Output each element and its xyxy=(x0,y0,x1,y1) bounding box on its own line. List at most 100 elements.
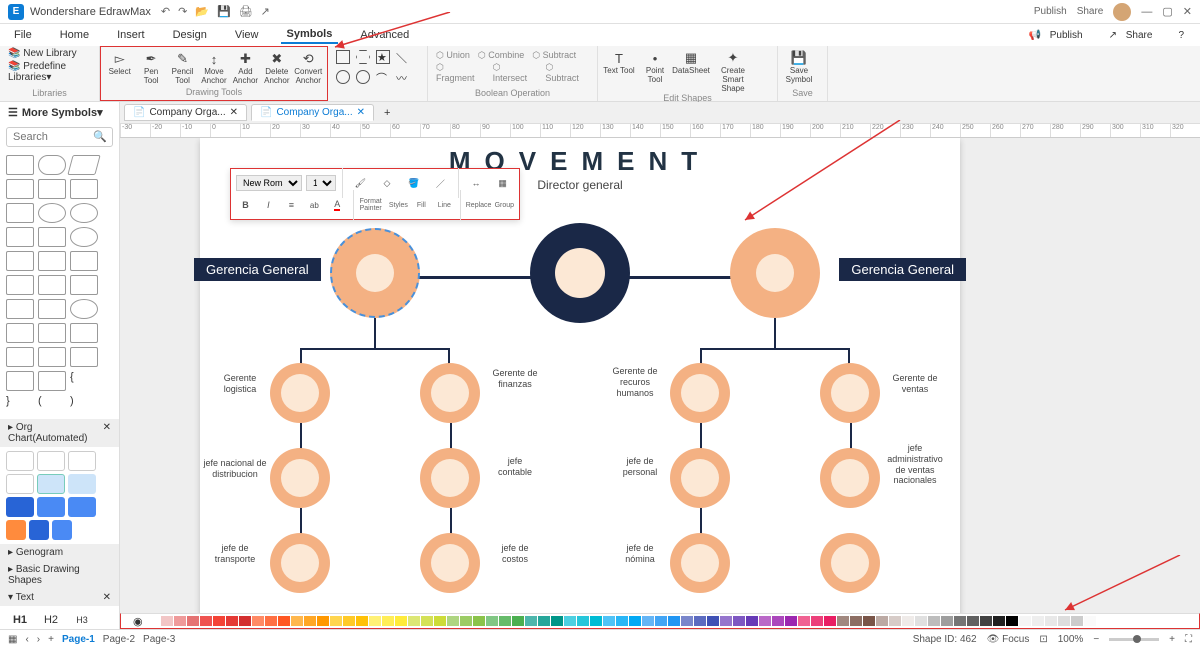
thumb[interactable] xyxy=(29,520,49,540)
shape-item[interactable] xyxy=(70,179,98,199)
node-top-right[interactable] xyxy=(730,228,820,318)
color-swatch[interactable] xyxy=(356,616,368,626)
color-swatch[interactable] xyxy=(1045,616,1057,626)
shape-item[interactable] xyxy=(6,371,34,391)
color-swatch[interactable] xyxy=(330,616,342,626)
pencil-tool[interactable]: ✎Pencil Tool xyxy=(168,49,197,86)
color-swatch[interactable] xyxy=(603,616,615,626)
shape-item[interactable] xyxy=(38,275,66,295)
font-select[interactable]: New Roman xyxy=(236,175,302,191)
color-swatch[interactable] xyxy=(369,616,381,626)
color-swatch[interactable] xyxy=(811,616,823,626)
color-swatch[interactable] xyxy=(824,616,836,626)
thumb[interactable] xyxy=(68,497,96,517)
delete-anchor-tool[interactable]: ✖Delete Anchor xyxy=(262,49,291,86)
shape-item[interactable] xyxy=(70,203,98,223)
color-swatch[interactable] xyxy=(200,616,212,626)
shape-item[interactable] xyxy=(70,275,98,295)
node-director[interactable] xyxy=(530,223,630,323)
color-swatch[interactable] xyxy=(252,616,264,626)
color-swatch[interactable] xyxy=(486,616,498,626)
share-button[interactable]: Share xyxy=(1077,6,1104,17)
thumb[interactable] xyxy=(68,474,96,494)
shape-item[interactable] xyxy=(70,299,98,319)
zoom-slider[interactable] xyxy=(1109,638,1159,641)
color-swatch[interactable] xyxy=(1071,616,1083,626)
node-selected[interactable] xyxy=(330,228,420,318)
shape-arc[interactable]: ⌒ xyxy=(376,70,390,86)
color-swatch[interactable] xyxy=(239,616,251,626)
color-swatch[interactable] xyxy=(395,616,407,626)
shape-item[interactable] xyxy=(38,371,66,391)
color-swatch[interactable] xyxy=(902,616,914,626)
more-symbols-header[interactable]: ☰ More Symbols ▾ xyxy=(0,102,119,123)
select-tool[interactable]: ▻Select xyxy=(105,49,134,77)
shape-item[interactable] xyxy=(38,155,66,175)
align-button[interactable]: ≡ xyxy=(282,195,301,215)
shape-item[interactable] xyxy=(6,203,34,223)
color-swatch[interactable] xyxy=(733,616,745,626)
export-icon[interactable]: ↗ xyxy=(261,5,270,18)
color-swatch[interactable] xyxy=(993,616,1005,626)
subtract-button[interactable]: ⬡ Subtract xyxy=(532,50,576,61)
intersect-button[interactable]: ⬡ Intersect xyxy=(493,62,538,83)
color-swatch[interactable] xyxy=(473,616,485,626)
color-swatch[interactable] xyxy=(304,616,316,626)
shape-item[interactable] xyxy=(6,227,34,247)
pages-icon[interactable]: ▦ xyxy=(8,634,17,645)
doc-tab-2[interactable]: 📄 Company Orga... ✕ xyxy=(251,104,374,121)
cat-orgchart[interactable]: ▸ Org Chart(Automated)✕ xyxy=(0,419,119,447)
color-swatch[interactable] xyxy=(759,616,771,626)
color-swatch[interactable] xyxy=(928,616,940,626)
node-dist[interactable] xyxy=(270,448,330,508)
h3-thumb[interactable]: H3 xyxy=(68,610,96,629)
focus-button[interactable]: 👁 Focus xyxy=(987,634,1030,645)
color-swatch[interactable] xyxy=(1084,616,1096,626)
color-swatch[interactable] xyxy=(265,616,277,626)
color-swatch[interactable] xyxy=(954,616,966,626)
move-anchor-tool[interactable]: ↕Move Anchor xyxy=(199,49,228,86)
datasheet-tool[interactable]: ▦DataSheet xyxy=(674,48,708,76)
shape-line[interactable]: ＼ xyxy=(396,50,410,66)
thumb[interactable] xyxy=(37,451,65,471)
menu-file[interactable]: File xyxy=(8,27,38,43)
color-swatch[interactable] xyxy=(382,616,394,626)
color-swatch[interactable] xyxy=(798,616,810,626)
zoom-fit-button[interactable]: ⊡ xyxy=(1039,634,1047,645)
styles-button[interactable]: ◇ xyxy=(376,173,399,193)
point-tool[interactable]: •Point Tool xyxy=(638,48,672,85)
color-swatch[interactable] xyxy=(616,616,628,626)
color-swatch[interactable] xyxy=(720,616,732,626)
shape-item[interactable] xyxy=(70,323,98,343)
color-swatch[interactable] xyxy=(278,616,290,626)
color-swatch[interactable] xyxy=(863,616,875,626)
thumb[interactable] xyxy=(6,474,34,494)
italic-button[interactable]: I xyxy=(259,195,278,215)
color-swatch[interactable] xyxy=(317,616,329,626)
node-nom[interactable] xyxy=(670,533,730,593)
color-swatch[interactable] xyxy=(967,616,979,626)
node-cont[interactable] xyxy=(420,448,480,508)
pen-tool[interactable]: ✒Pen Tool xyxy=(136,49,165,86)
shape-item[interactable] xyxy=(70,347,98,367)
shape-item[interactable] xyxy=(6,347,34,367)
shape-circle[interactable] xyxy=(336,70,350,84)
group-button[interactable]: ▦ xyxy=(491,173,514,193)
shape-oval[interactable] xyxy=(356,70,370,84)
color-swatch[interactable] xyxy=(889,616,901,626)
shape-item[interactable] xyxy=(6,155,34,175)
replace-button[interactable]: ↔ xyxy=(465,173,488,193)
color-swatch[interactable] xyxy=(291,616,303,626)
shape-item[interactable] xyxy=(38,347,66,367)
maximize-icon[interactable]: ▢ xyxy=(1162,5,1172,18)
page-nav-prev[interactable]: ‹ xyxy=(25,634,28,645)
menu-view[interactable]: View xyxy=(229,27,265,43)
undo-icon[interactable]: ↶ xyxy=(161,5,170,18)
shape-item[interactable]: ) xyxy=(70,395,98,415)
color-swatch[interactable] xyxy=(655,616,667,626)
color-swatch[interactable] xyxy=(447,616,459,626)
thumb[interactable] xyxy=(6,520,26,540)
node-extra[interactable] xyxy=(820,533,880,593)
zoom-out-button[interactable]: − xyxy=(1093,634,1099,645)
share-link[interactable]: ↗ Share xyxy=(1103,28,1165,43)
